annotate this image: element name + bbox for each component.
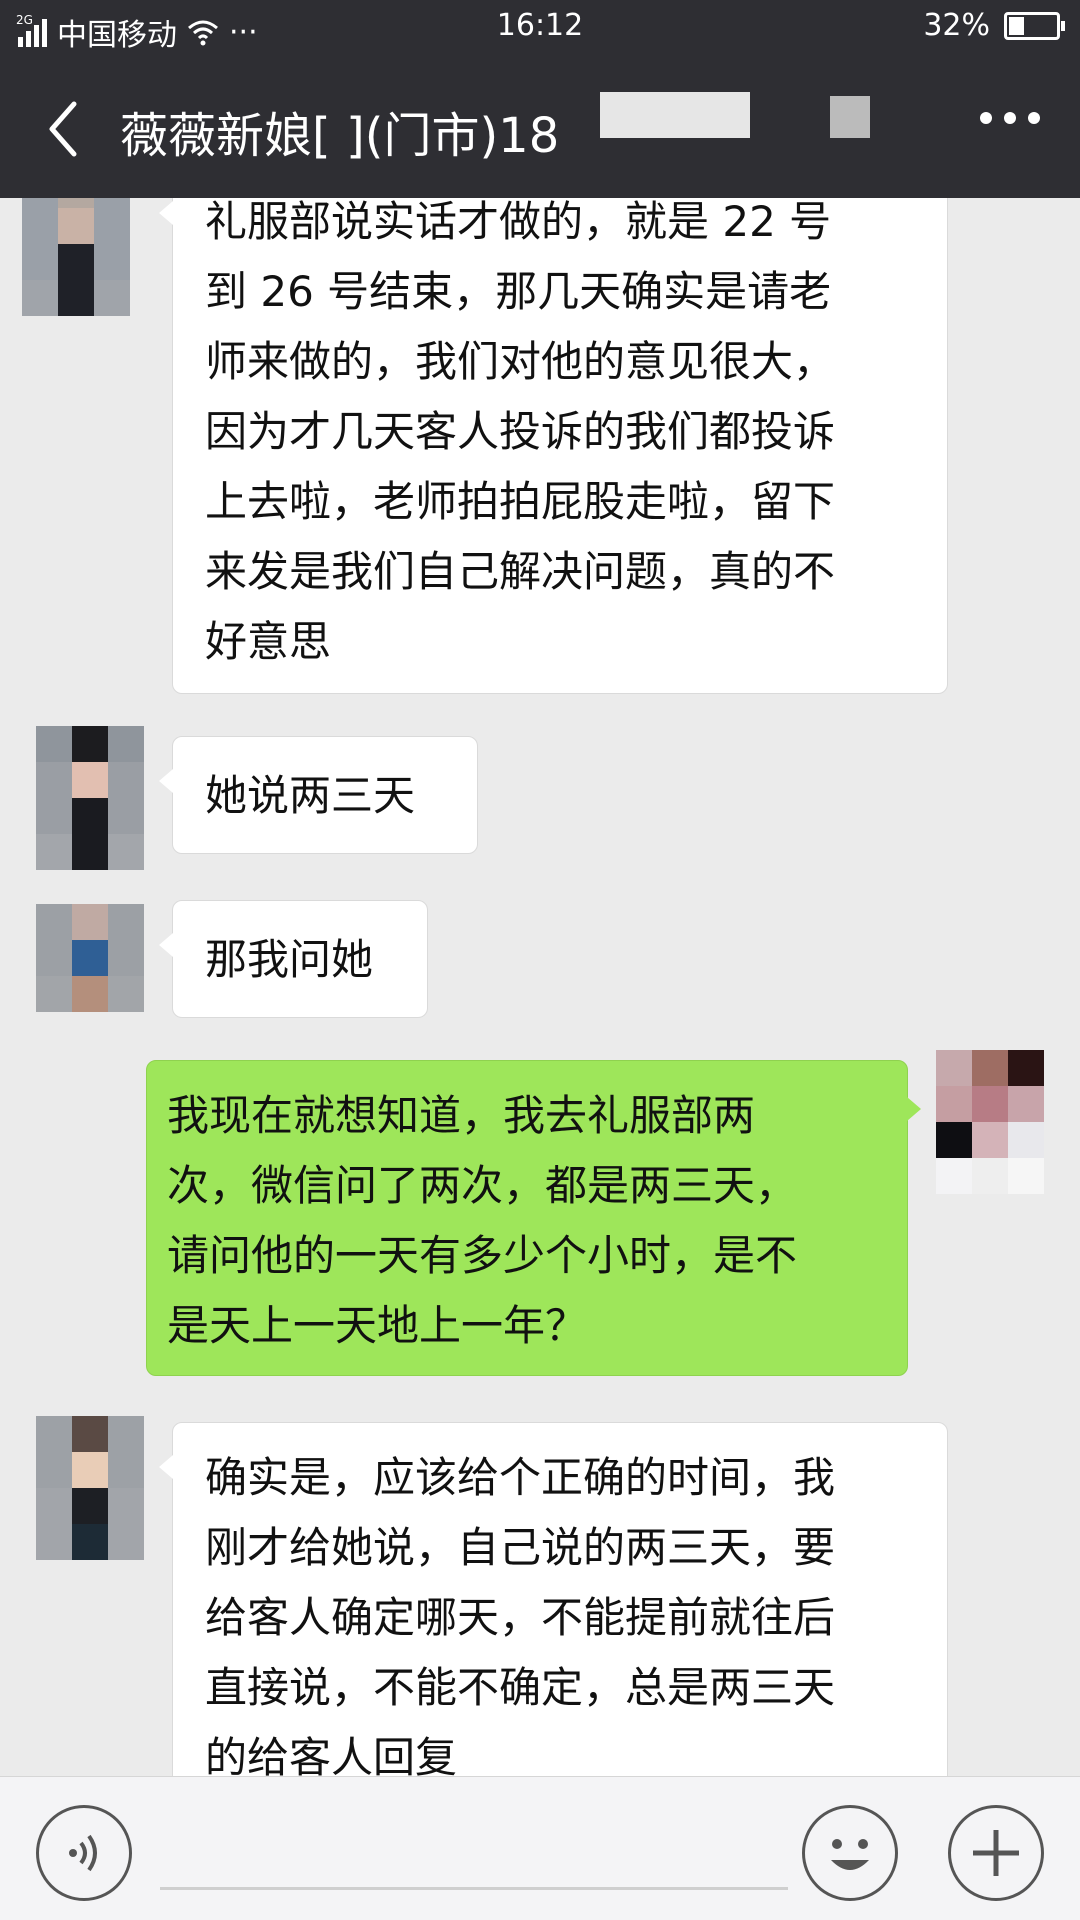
status-right: 32%: [923, 8, 1065, 43]
plus-sign: [973, 1830, 1019, 1876]
redacted-block: [600, 92, 750, 138]
input-bar: [0, 1776, 1080, 1920]
message-bubble-incoming[interactable]: 确实是，应该给个正确的时间，我 刚才给她说，自己说的两三天，要 给客人确定哪天，…: [159, 1422, 948, 1776]
message-bubble-incoming[interactable]: 那我问她: [159, 900, 428, 1018]
chevron-left-icon[interactable]: [36, 94, 96, 164]
emoji-face: [831, 1839, 869, 1870]
redacted-block: [830, 96, 870, 138]
message-input[interactable]: [160, 1887, 788, 1890]
emoji-icon[interactable]: [802, 1805, 898, 1901]
message-bubble-outgoing[interactable]: 我现在就想知道，我去礼服部两 次，微信问了两次，都是两三天， 请问他的一天有多少…: [146, 1060, 921, 1376]
avatar-self[interactable]: [936, 1050, 1044, 1194]
message-line: 好意思: [205, 617, 332, 666]
message-line: 确实是，应该给个正确的时间，我: [205, 1453, 836, 1502]
message-line: 她说两三天: [205, 771, 416, 820]
voice-waves: [69, 1834, 97, 1872]
message-line: 我现在就想知道，我去礼服部两: [167, 1091, 756, 1140]
message-line: 直接说，不能不确定，总是两三天: [205, 1663, 836, 1712]
message-line: 刚才给她说，自己说的两三天，要: [205, 1523, 836, 1572]
message-line: 给客人确定哪天，不能提前就往后: [205, 1593, 836, 1642]
avatar[interactable]: [22, 198, 130, 316]
avatar[interactable]: [36, 1416, 144, 1560]
chat-title: 薇薇新娘[ ](门市)18: [120, 108, 560, 164]
battery-fill: [1009, 16, 1024, 35]
message-bubble-incoming[interactable]: 她说两三天: [159, 736, 478, 854]
message-line: 的给客人回复: [205, 1733, 458, 1776]
battery-icon: [1004, 11, 1065, 40]
message-line: 是天上一天地上一年？: [167, 1301, 588, 1350]
clock: 16:12: [496, 8, 584, 43]
message-list[interactable]: 礼服部说实话才做的，就是 22 号 到 26 号结束，那几天确实是请老 师来做的…: [0, 198, 1080, 1776]
message-line: 到 26 号结束，那几天确实是请老: [205, 267, 832, 316]
avatar[interactable]: [36, 904, 144, 1012]
message-line: 来发是我们自己解决问题，真的不: [205, 547, 836, 596]
message-line: 因为才几天客人投诉的我们都投诉: [205, 407, 836, 456]
battery-percent: 32%: [923, 8, 990, 43]
plus-icon[interactable]: [948, 1805, 1044, 1901]
message-line: 次，微信问了两次，都是两三天，: [167, 1161, 798, 1210]
more-dots-icon[interactable]: [980, 112, 1040, 124]
message-line: 礼服部说实话才做的，就是 22 号: [205, 198, 832, 246]
avatar[interactable]: [36, 726, 144, 870]
message-line: 那我问她: [205, 935, 374, 984]
message-line: 师来做的，我们对他的意见很大，: [205, 337, 836, 386]
message-line: 请问他的一天有多少个小时，是不: [167, 1231, 798, 1280]
message-bubble-incoming[interactable]: 礼服部说实话才做的，就是 22 号 到 26 号结束，那几天确实是请老 师来做的…: [159, 198, 948, 694]
message-line: 上去啦，老师拍拍屁股走啦，留下: [205, 477, 836, 526]
chat-header: 薇薇新娘[ ](门市)18: [0, 56, 1080, 198]
voice-input-icon[interactable]: [36, 1805, 132, 1901]
status-bar: 2G 中国移动 ··· 16:12 32%: [0, 0, 1080, 56]
